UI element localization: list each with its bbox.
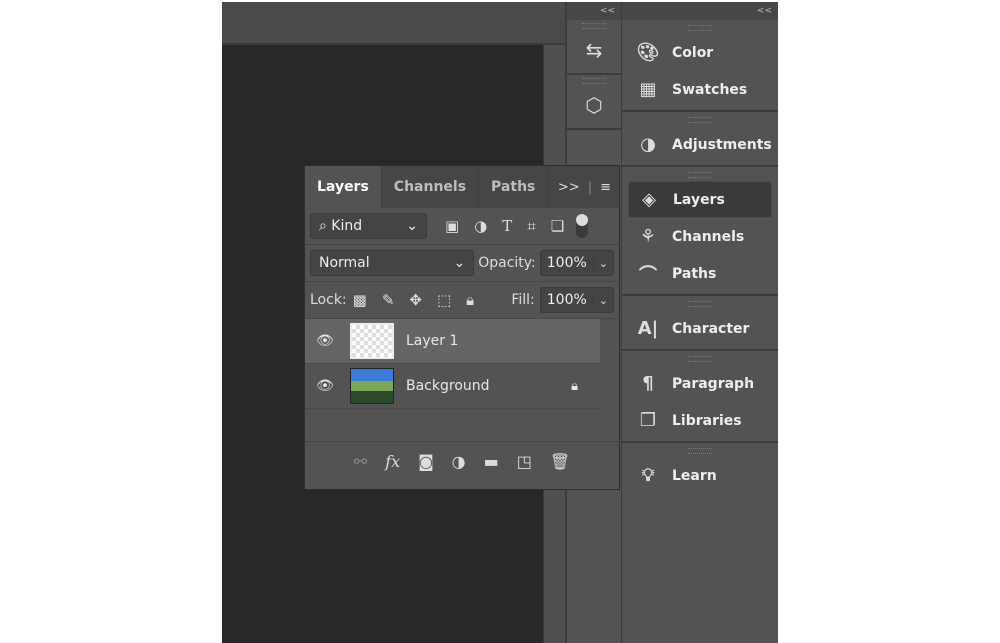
dock-item-layers[interactable]: ◈ Layers <box>628 181 772 218</box>
3d-properties-icon[interactable]: ⬡ <box>585 93 602 117</box>
photoshop-workspace: << ⇆ ⬡ << 🎨︎ Color ▦ Swatches ◑ Adjustments… <box>222 2 778 643</box>
type-filter-icon[interactable]: T <box>502 217 512 235</box>
dock-item-channels[interactable]: ⚘ Channels <box>628 218 772 255</box>
lock-icon: 🔒︎ <box>571 378 578 394</box>
label: Paths <box>672 265 717 282</box>
blend-mode-dropdown[interactable]: Normal ⌄ <box>310 250 475 276</box>
document-tab-bar <box>222 2 565 44</box>
layer-row[interactable]: 👁︎ Background 🔒︎ <box>305 364 600 409</box>
palette-icon: 🎨︎ <box>636 42 660 63</box>
link-icon[interactable]: ⚯ <box>354 452 367 471</box>
opacity-label: Opacity: <box>478 255 536 271</box>
layer-row[interactable]: 👁︎ Layer 1 <box>305 319 600 364</box>
label: Libraries <box>672 412 742 429</box>
grip[interactable] <box>582 23 606 29</box>
grip[interactable] <box>688 448 712 454</box>
chevron-down-icon[interactable]: ⌄ <box>592 293 613 307</box>
layer-name[interactable]: Layer 1 <box>406 333 458 349</box>
layer-thumbnail <box>350 323 394 359</box>
grip[interactable] <box>688 25 712 31</box>
pilcrow-icon: ¶ <box>642 373 654 394</box>
grip[interactable] <box>688 117 712 123</box>
shape-filter-icon[interactable]: ⌗ <box>527 217 535 235</box>
label: Learn <box>672 467 717 484</box>
opacity-field[interactable]: 100% ⌄ <box>539 250 614 276</box>
fill-value[interactable]: 100% <box>541 292 593 308</box>
layer-mask-icon[interactable]: ◙ <box>418 452 434 471</box>
label: Swatches <box>672 81 748 98</box>
lock-image-brush-icon[interactable]: ✎ <box>382 291 395 309</box>
eye-icon[interactable]: 👁︎ <box>305 333 345 349</box>
label: Character <box>672 320 750 337</box>
chevron-down-icon: ⌄ <box>453 255 466 271</box>
expand-icon[interactable]: >> <box>558 180 580 195</box>
label: Channels <box>672 228 745 245</box>
panel-dock: << 🎨︎ Color ▦ Swatches ◑ Adjustments ◈ Layer… <box>622 2 778 643</box>
opacity-value[interactable]: 100% <box>541 255 593 271</box>
dock-item-character[interactable]: A| Character <box>628 310 772 347</box>
dock-item-libraries[interactable]: ❐ Libraries <box>628 402 772 439</box>
fill-field[interactable]: 100% ⌄ <box>539 287 614 313</box>
grid-icon: ▦ <box>639 79 657 100</box>
blend-mode-value: Normal <box>319 255 370 271</box>
collapse-button[interactable]: << <box>622 2 778 20</box>
lock-transparent-icon[interactable]: ▩ <box>353 291 367 309</box>
folder-icon[interactable]: ▬ <box>484 452 499 471</box>
layer-thumbnail <box>350 368 394 404</box>
trash-icon[interactable]: 🗑︎ <box>550 452 570 471</box>
adjustments-icon: ◑ <box>640 134 656 155</box>
lock-label: Lock: <box>310 292 347 308</box>
dock-item-learn[interactable]: 💡︎ Learn <box>628 457 772 494</box>
pen-path-icon: ⌒ <box>639 264 657 286</box>
dock-item-paths[interactable]: ⌒ Paths <box>628 255 772 292</box>
grip[interactable] <box>688 356 712 362</box>
dock-item-paragraph[interactable]: ¶ Paragraph <box>628 365 772 402</box>
lock-all-icon[interactable]: 🔒︎ <box>466 291 474 309</box>
adjustment-layer-icon[interactable]: ◑ <box>452 452 466 471</box>
fill-label: Fill: <box>511 292 535 308</box>
layers-icon: ◈ <box>642 189 656 210</box>
pixel-filter-icon[interactable]: ▣ <box>445 217 459 235</box>
label: Adjustments <box>672 136 772 153</box>
tab-layers[interactable]: Layers <box>305 166 382 208</box>
filter-value: Kind <box>331 218 363 234</box>
dock-item-color[interactable]: 🎨︎ Color <box>628 34 772 71</box>
tab-paths[interactable]: Paths <box>479 166 549 208</box>
grip[interactable] <box>688 172 712 178</box>
tab-channels[interactable]: Channels <box>382 166 480 208</box>
layers-panel: Layers Channels Paths >> | ≡ ⌕ Kind ⌄ ▣ ◑ T… <box>304 165 620 490</box>
dock-item-adjustments[interactable]: ◑ Adjustments <box>628 126 772 163</box>
chevron-down-icon[interactable]: ⌄ <box>592 256 613 270</box>
layers-footer-toolbar: ⚯ fx ◙ ◑ ▬ ◳ 🗑︎ <box>305 441 619 481</box>
lock-position-icon[interactable]: ✥ <box>409 291 422 309</box>
layer-name[interactable]: Background <box>406 378 490 394</box>
new-layer-icon[interactable]: ◳ <box>517 452 532 471</box>
adjustment-filter-icon[interactable]: ◑ <box>474 217 487 235</box>
libraries-icon: ❐ <box>639 410 657 431</box>
lock-artboard-icon[interactable]: ⬚ <box>437 291 451 309</box>
history-icon[interactable]: ⇆ <box>586 38 603 62</box>
label: Paragraph <box>672 375 755 392</box>
lightbulb-icon: 💡︎ <box>641 465 655 486</box>
grip[interactable] <box>582 78 606 84</box>
fx-icon[interactable]: fx <box>385 452 400 471</box>
filter-toggle[interactable] <box>576 214 589 238</box>
eye-icon[interactable]: 👁︎ <box>305 378 345 394</box>
search-icon: ⌕ <box>319 218 327 234</box>
channels-icon: ⚘ <box>639 226 657 247</box>
collapse-button[interactable]: << <box>567 2 621 20</box>
character-icon: A| <box>637 318 659 339</box>
filter-kind-dropdown[interactable]: ⌕ Kind ⌄ <box>310 213 427 239</box>
grip[interactable] <box>688 301 712 307</box>
smart-object-filter-icon[interactable]: ❏ <box>551 217 564 235</box>
panel-menu-icon[interactable]: ≡ <box>600 180 611 195</box>
dock-item-swatches[interactable]: ▦ Swatches <box>628 71 772 108</box>
chevron-down-icon: ⌄ <box>406 218 418 234</box>
label: Color <box>672 44 714 61</box>
label: Layers <box>673 191 725 208</box>
